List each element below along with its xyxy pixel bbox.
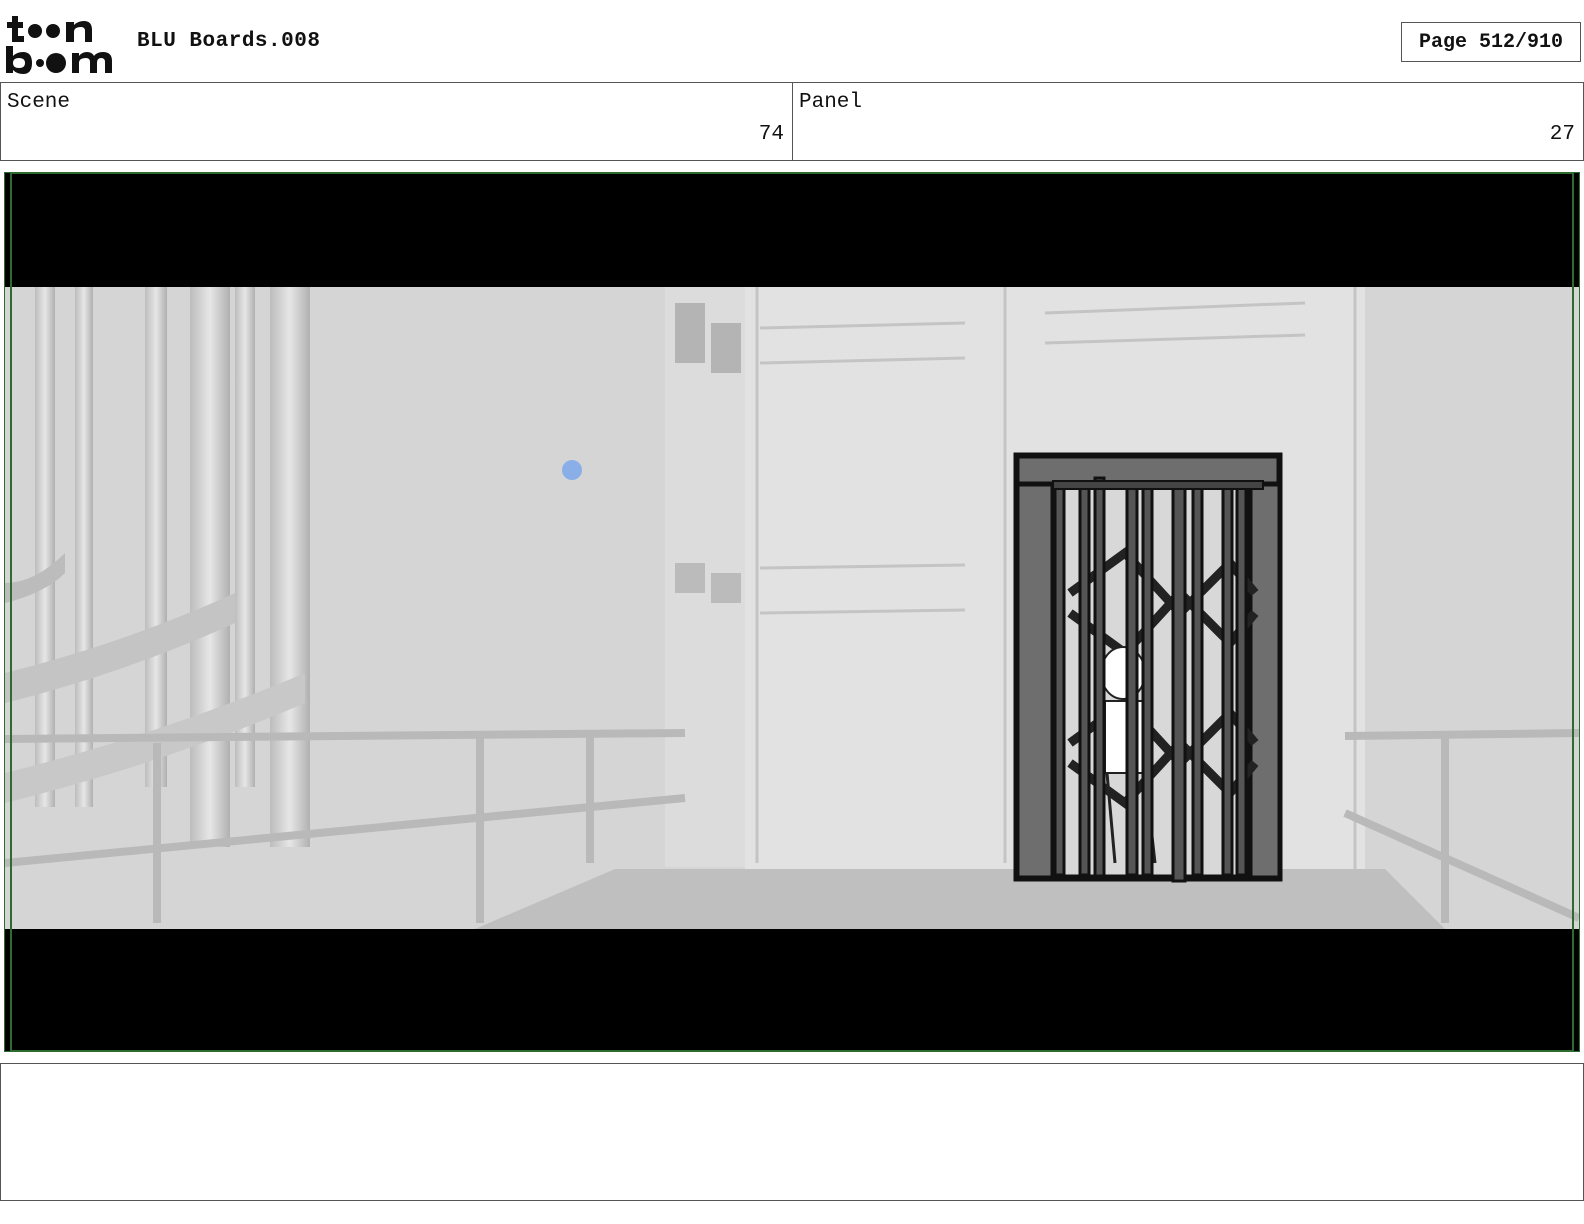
page-indicator: Page 512/910 xyxy=(1401,22,1581,62)
notes-box xyxy=(0,1063,1584,1201)
letterbox-top xyxy=(5,173,1579,287)
cage-elevator xyxy=(1013,452,1283,883)
scene-cell: Scene 74 xyxy=(0,83,793,160)
panel-cell: Panel 27 xyxy=(793,83,1584,160)
storyboard-frame xyxy=(4,172,1580,1052)
marker-dot xyxy=(562,460,582,480)
walkway-floor xyxy=(475,869,1445,929)
scene-label: Scene xyxy=(7,91,71,114)
toon-boom-logo-icon xyxy=(6,16,112,74)
letterbox-bottom xyxy=(5,929,1579,1051)
panel-image xyxy=(5,173,1579,1051)
scene-number: 74 xyxy=(758,123,784,146)
panel-number: 27 xyxy=(1549,123,1575,146)
project-title: BLU Boards.008 xyxy=(137,30,321,53)
info-row: Scene 74 Panel 27 xyxy=(0,82,1584,161)
panel-label: Panel xyxy=(799,91,863,114)
